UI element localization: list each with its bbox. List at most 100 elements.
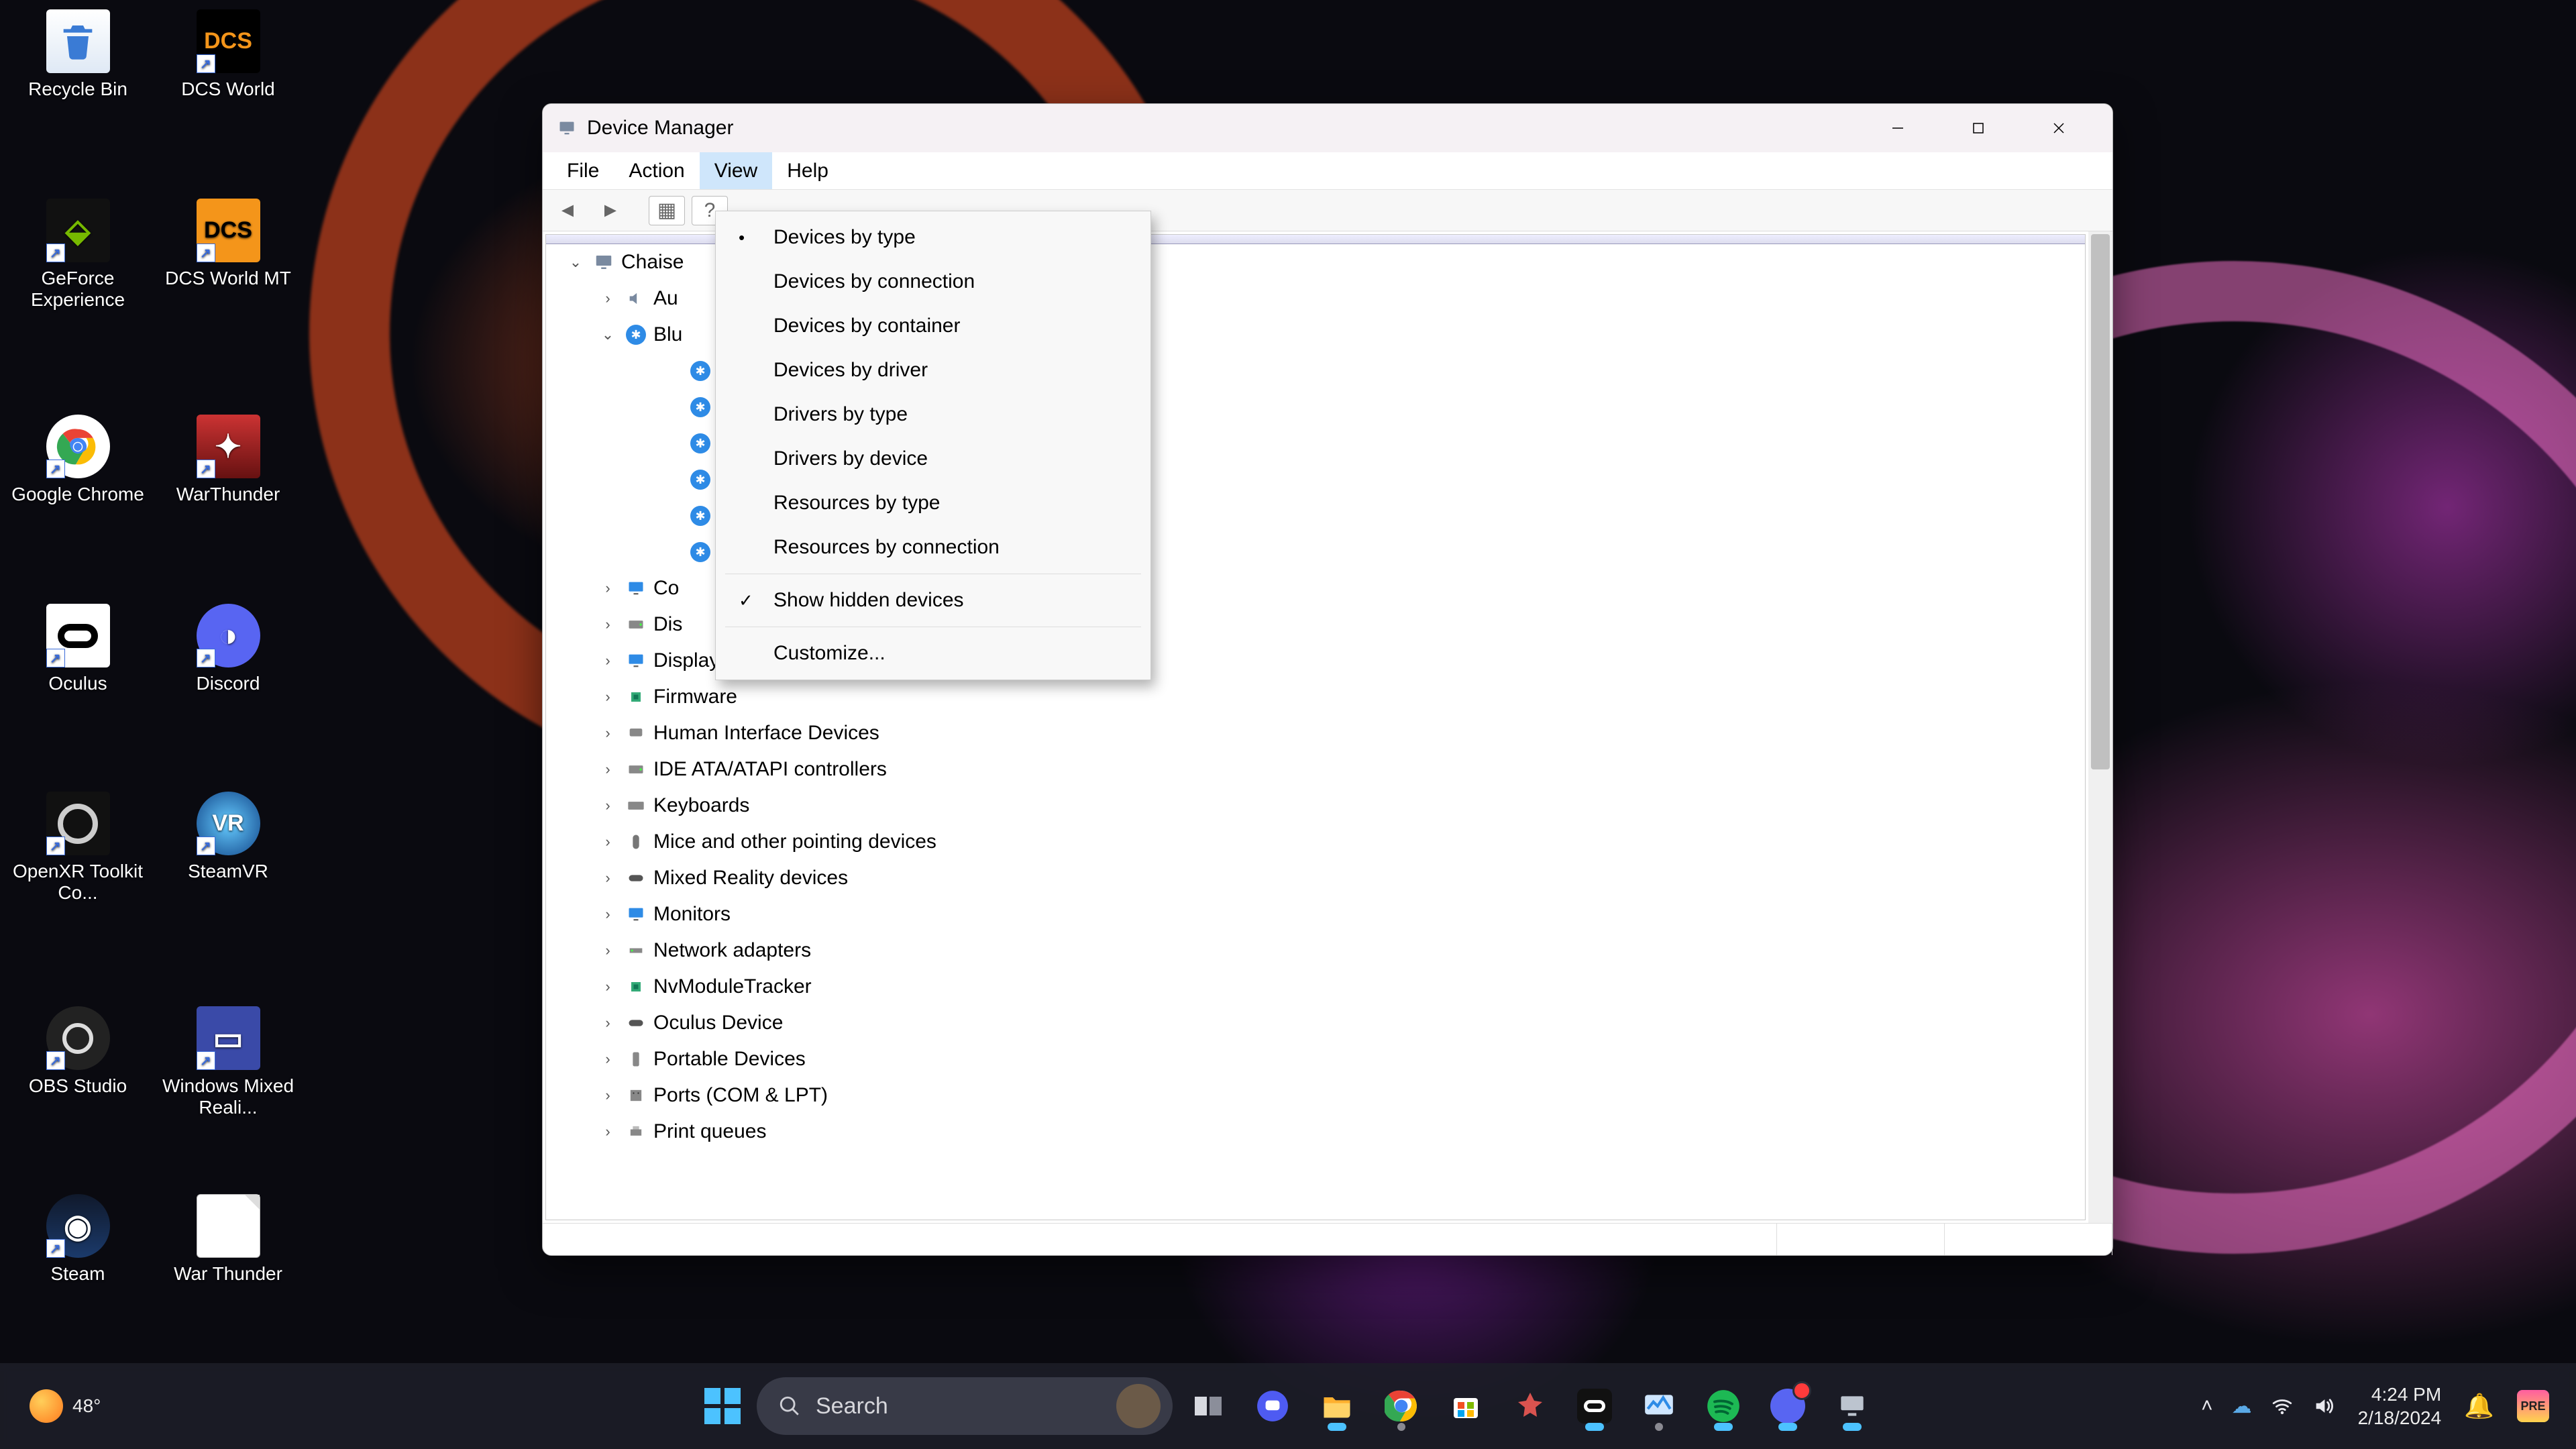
desktop-icon-wmr[interactable]: ▭↗ Windows Mixed Reali... xyxy=(161,1006,295,1118)
category-icon xyxy=(624,649,648,673)
taskbar-search[interactable]: Search xyxy=(757,1377,1173,1435)
expand-toggle-icon[interactable]: › xyxy=(597,833,619,851)
desktop-icon-chrome[interactable]: ↗ Google Chrome xyxy=(11,415,145,505)
expand-toggle-icon[interactable]: › xyxy=(597,942,619,959)
view-menu-item[interactable]: ✓Show hidden devices xyxy=(716,578,1150,623)
taskbar-app-chat[interactable] xyxy=(1244,1377,1301,1435)
wifi-icon[interactable] xyxy=(2271,1395,2294,1417)
taskbar-app-spotify[interactable] xyxy=(1695,1377,1752,1435)
desktop-icon-oculus[interactable]: ↗ Oculus xyxy=(11,604,145,694)
tree-item[interactable]: ›Print queues xyxy=(546,1114,2085,1150)
tree-item[interactable]: ›Human Interface Devices xyxy=(546,715,2085,751)
desktop-icon-discord[interactable]: ◑↗ Discord xyxy=(161,604,295,694)
desktop-icon-dcs[interactable]: DCS↗ DCS World xyxy=(161,9,295,100)
tree-item[interactable]: ›Keyboards xyxy=(546,788,2085,824)
menu-action[interactable]: Action xyxy=(614,152,699,189)
tree-item[interactable]: ›Oculus Device xyxy=(546,1005,2085,1041)
taskbar-app-game[interactable] xyxy=(1501,1377,1559,1435)
expand-toggle-icon[interactable]: › xyxy=(597,724,619,742)
tree-item[interactable]: ›NvModuleTracker xyxy=(546,969,2085,1005)
task-view-button[interactable] xyxy=(1179,1377,1237,1435)
taskbar-clock[interactable]: 4:24 PM 2/18/2024 xyxy=(2358,1383,2442,1430)
tree-item-label: Blu xyxy=(653,323,682,346)
system-tray[interactable]: ˄ ☁ xyxy=(2201,1395,2335,1418)
expand-toggle-icon[interactable]: › xyxy=(597,869,619,887)
tree-item[interactable]: ›Firmware xyxy=(546,679,2085,715)
expand-toggle-icon[interactable]: › xyxy=(597,1051,619,1068)
view-menu-item[interactable]: Devices by connection xyxy=(716,260,1150,304)
menu-view[interactable]: View xyxy=(700,152,772,189)
forward-button[interactable]: ► xyxy=(592,196,629,225)
taskbar-app-store[interactable] xyxy=(1437,1377,1495,1435)
tree-item[interactable]: ›Portable Devices xyxy=(546,1041,2085,1077)
tree-item[interactable]: ›Network adapters xyxy=(546,932,2085,969)
desktop-icon-warthunder-file[interactable]: War Thunder xyxy=(161,1194,295,1285)
taskbar-app-chrome[interactable] xyxy=(1373,1377,1430,1435)
shortcut-arrow-icon: ↗ xyxy=(197,837,215,855)
back-button[interactable]: ◄ xyxy=(549,196,586,225)
expand-toggle-icon[interactable]: › xyxy=(597,797,619,814)
expand-toggle-icon[interactable]: › xyxy=(597,616,619,633)
tree-item[interactable]: › Monitors xyxy=(546,896,2085,932)
expand-toggle-icon[interactable]: ⌄ xyxy=(565,254,586,271)
category-icon xyxy=(624,612,648,637)
onedrive-icon[interactable]: ☁ xyxy=(2232,1395,2252,1418)
tree-item[interactable]: ›IDE ATA/ATAPI controllers xyxy=(546,751,2085,788)
expand-toggle-icon[interactable]: › xyxy=(597,688,619,706)
expand-toggle-icon[interactable]: › xyxy=(597,978,619,996)
tree-item[interactable]: ›Ports (COM & LPT) xyxy=(546,1077,2085,1114)
category-icon xyxy=(624,685,648,709)
app-icon xyxy=(556,117,578,139)
taskbar-app-device-manager[interactable] xyxy=(1823,1377,1881,1435)
minimize-button[interactable] xyxy=(1858,104,1938,152)
expand-toggle-icon[interactable]: ⌄ xyxy=(597,326,619,343)
menu-help[interactable]: Help xyxy=(772,152,843,189)
start-button[interactable] xyxy=(695,1379,750,1434)
tray-extra-icon[interactable]: PRE xyxy=(2517,1390,2549,1422)
expand-toggle-icon[interactable]: › xyxy=(597,652,619,669)
tree-item-label: Monitors xyxy=(653,903,731,926)
desktop-icon-geforce[interactable]: ⬙↗ GeForce Experience xyxy=(11,199,145,311)
weather-widget[interactable]: 48° xyxy=(30,1389,101,1423)
expand-toggle-icon[interactable]: › xyxy=(597,290,619,307)
taskbar-app-discord[interactable] xyxy=(1759,1377,1817,1435)
vertical-scrollbar[interactable] xyxy=(2088,231,2112,1223)
expand-toggle-icon[interactable]: › xyxy=(597,1123,619,1140)
tree-item[interactable]: ›Mixed Reality devices xyxy=(546,860,2085,896)
close-button[interactable] xyxy=(2019,104,2099,152)
desktop-icon-dcs-mt[interactable]: DCS↗ DCS World MT xyxy=(161,199,295,289)
desktop-icon-steamvr[interactable]: VR↗ SteamVR xyxy=(161,792,295,882)
taskbar-app-monitor[interactable] xyxy=(1630,1377,1688,1435)
view-menu-item[interactable]: Drivers by type xyxy=(716,392,1150,437)
desktop-icon-steam[interactable]: ◉↗ Steam xyxy=(11,1194,145,1285)
title-bar[interactable]: Device Manager xyxy=(543,104,2112,152)
expand-toggle-icon[interactable]: › xyxy=(597,906,619,923)
view-menu-item[interactable]: •Devices by type xyxy=(716,215,1150,260)
view-menu-item[interactable]: Customize... xyxy=(716,631,1150,676)
chrome-icon xyxy=(1385,1389,1418,1423)
desktop-icon-recycle-bin[interactable]: Recycle Bin xyxy=(11,9,145,100)
view-menu-item[interactable]: Devices by container xyxy=(716,304,1150,348)
menu-file[interactable]: File xyxy=(552,152,614,189)
volume-icon[interactable] xyxy=(2312,1395,2335,1417)
expand-toggle-icon[interactable]: › xyxy=(597,580,619,597)
tree-item[interactable]: ›Mice and other pointing devices xyxy=(546,824,2085,860)
category-icon xyxy=(624,794,648,818)
expand-toggle-icon[interactable]: › xyxy=(597,761,619,778)
maximize-button[interactable] xyxy=(1938,104,2019,152)
view-menu-item[interactable]: Drivers by device xyxy=(716,437,1150,481)
desktop-icon-openxr[interactable]: ↗ OpenXR Toolkit Co... xyxy=(11,792,145,904)
scrollbar-thumb[interactable] xyxy=(2091,234,2110,769)
view-menu-item[interactable]: Resources by type xyxy=(716,481,1150,525)
show-hide-console-tree-button[interactable]: ▦ xyxy=(649,196,685,225)
expand-toggle-icon[interactable]: › xyxy=(597,1087,619,1104)
taskbar-app-oculus[interactable] xyxy=(1566,1377,1623,1435)
taskbar-app-explorer[interactable] xyxy=(1308,1377,1366,1435)
desktop-icon-obs[interactable]: ↗ OBS Studio xyxy=(11,1006,145,1097)
desktop-icon-warthunder[interactable]: ✦↗ WarThunder xyxy=(161,415,295,505)
tray-overflow-icon[interactable]: ˄ xyxy=(2201,1395,2213,1417)
view-menu-item[interactable]: Devices by driver xyxy=(716,348,1150,392)
expand-toggle-icon[interactable]: › xyxy=(597,1014,619,1032)
view-menu-item[interactable]: Resources by connection xyxy=(716,525,1150,570)
notifications-icon[interactable]: 🔔 xyxy=(2464,1392,2494,1420)
